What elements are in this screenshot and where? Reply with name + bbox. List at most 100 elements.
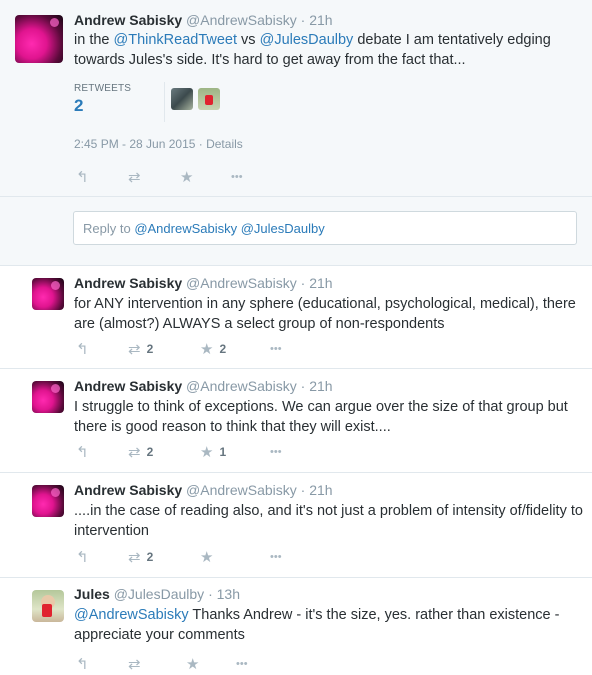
reply-area: Reply to @AndrewSabisky @JulesDaulby bbox=[0, 197, 592, 266]
retweet-button[interactable]: ⇄ 2 bbox=[128, 340, 153, 358]
tweet-text-line: are (almost?) ALWAYS a select group of n… bbox=[74, 316, 445, 332]
tweet-actions: ↰ ⇄ 2 ★ 2 ••• bbox=[76, 340, 296, 360]
tweet-header: Andrew Sabisky @AndrewSabisky · 21h bbox=[74, 12, 333, 28]
stats-divider bbox=[164, 82, 165, 122]
reply-input[interactable]: Reply to @AndrewSabisky @JulesDaulby bbox=[73, 211, 577, 245]
author-handle[interactable]: @JulesDaulby bbox=[114, 586, 204, 602]
avatar[interactable] bbox=[32, 590, 64, 622]
retweet-count: 2 bbox=[146, 445, 154, 459]
tweet-actions: ↰ ⇄ 2 ★ ••• bbox=[76, 548, 296, 568]
avatar[interactable] bbox=[15, 15, 63, 63]
retweet-icon: ⇄ bbox=[128, 341, 141, 358]
tweet-actions: ↰ ⇄ ★ ••• bbox=[76, 655, 296, 675]
author-handle[interactable]: @AndrewSabisky bbox=[186, 482, 297, 498]
tweet-time[interactable]: 21h bbox=[309, 378, 332, 394]
avatar[interactable] bbox=[32, 278, 64, 310]
avatar[interactable] bbox=[32, 485, 64, 517]
header-separator: · bbox=[300, 12, 306, 28]
more-icon[interactable]: ••• bbox=[236, 658, 248, 670]
tweet-text-line: ....in the case of reading also, and it'… bbox=[74, 503, 583, 519]
mention-link[interactable]: @ThinkReadTweet bbox=[114, 32, 238, 48]
reply-tweet[interactable]: Andrew Sabisky @AndrewSabisky · 21h I st… bbox=[0, 369, 592, 473]
tweet-time[interactable]: 21h bbox=[309, 482, 332, 498]
tweet-text-line: I struggle to think of exceptions. We ca… bbox=[74, 399, 568, 415]
reply-tweet[interactable]: Jules @JulesDaulby · 13h @AndrewSabisky … bbox=[0, 578, 592, 673]
favorite-button[interactable]: ★ 2 bbox=[200, 340, 226, 358]
retweets-count[interactable]: 2 bbox=[74, 96, 83, 116]
author-handle[interactable]: @AndrewSabisky bbox=[186, 12, 297, 28]
reply-icon[interactable]: ↰ bbox=[76, 340, 89, 358]
tweet-text-segment: debate I am tentatively edging bbox=[353, 32, 551, 48]
tweet-text: @AndrewSabisky Thanks Andrew - it's the … bbox=[74, 605, 586, 645]
header-separator: · bbox=[300, 378, 306, 394]
author-handle[interactable]: @AndrewSabisky bbox=[186, 378, 297, 394]
reply-placeholder: Reply to bbox=[83, 221, 135, 236]
reply-tweet[interactable]: Andrew Sabisky @AndrewSabisky · 21h for … bbox=[0, 266, 592, 369]
tweet-time[interactable]: 21h bbox=[309, 275, 332, 291]
favorite-count: 2 bbox=[219, 342, 227, 356]
retweeter-avatar[interactable] bbox=[198, 88, 220, 110]
favorite-count: 1 bbox=[219, 445, 227, 459]
tweet-text-segment: vs bbox=[237, 32, 260, 48]
tweet-time[interactable]: 13h bbox=[217, 586, 240, 602]
tweet-text-line: towards Jules's side. It's hard to get a… bbox=[74, 52, 466, 68]
tweet-text: I struggle to think of exceptions. We ca… bbox=[74, 397, 584, 437]
more-icon[interactable]: ••• bbox=[270, 446, 282, 458]
retweet-count: 2 bbox=[146, 550, 154, 564]
favorite-icon[interactable]: ★ bbox=[200, 548, 213, 566]
tweet-time[interactable]: 21h bbox=[309, 12, 332, 28]
mention-link[interactable]: @AndrewSabisky bbox=[74, 607, 189, 623]
reply-icon[interactable]: ↰ bbox=[76, 443, 89, 461]
retweets-label: RETWEETS bbox=[74, 83, 132, 94]
favorite-icon[interactable]: ★ bbox=[180, 168, 193, 186]
reply-icon[interactable]: ↰ bbox=[76, 548, 89, 566]
tweet-text-line: intervention bbox=[74, 523, 149, 539]
retweet-icon[interactable]: ⇄ bbox=[128, 168, 141, 186]
author-name[interactable]: Andrew Sabisky bbox=[74, 482, 182, 498]
retweet-count: 2 bbox=[146, 342, 154, 356]
reply-icon[interactable]: ↰ bbox=[76, 168, 89, 186]
more-icon[interactable]: ••• bbox=[231, 171, 243, 183]
author-name[interactable]: Andrew Sabisky bbox=[74, 12, 182, 28]
header-separator: · bbox=[208, 586, 213, 602]
details-separator: · bbox=[195, 137, 207, 151]
tweet-header: Jules @JulesDaulby · 13h bbox=[74, 586, 240, 602]
reply-tweet[interactable]: Andrew Sabisky @AndrewSabisky · 21h ....… bbox=[0, 473, 592, 578]
tweet-stats: RETWEETS 2 bbox=[74, 78, 570, 122]
header-separator: · bbox=[300, 275, 306, 291]
tweet-text-line: appreciate your comments bbox=[74, 627, 245, 643]
more-icon[interactable]: ••• bbox=[270, 551, 282, 563]
tweet-text: ....in the case of reading also, and it'… bbox=[74, 501, 586, 541]
reply-mention: @JulesDaulby bbox=[240, 221, 325, 236]
retweet-icon: ⇄ bbox=[128, 549, 141, 566]
retweeter-avatar[interactable] bbox=[171, 88, 193, 110]
tweet-text: in the @ThinkReadTweet vs @JulesDaulby d… bbox=[74, 30, 579, 70]
details-link[interactable]: Details bbox=[206, 137, 243, 151]
tweet-text-line: there is good reason to think that they … bbox=[74, 419, 391, 435]
mention-link[interactable]: @JulesDaulby bbox=[260, 32, 354, 48]
favorite-button[interactable]: ★ 1 bbox=[200, 443, 226, 461]
author-name[interactable]: Andrew Sabisky bbox=[74, 275, 182, 291]
favorite-icon: ★ bbox=[200, 444, 214, 461]
tweet-actions: ↰ ⇄ 2 ★ 1 ••• bbox=[76, 443, 296, 463]
author-name[interactable]: Jules bbox=[74, 586, 110, 602]
author-handle[interactable]: @AndrewSabisky bbox=[186, 275, 297, 291]
tweet-header: Andrew Sabisky @AndrewSabisky · 21h bbox=[74, 482, 333, 498]
tweet-actions: ↰ ⇄ ★ ••• bbox=[76, 168, 276, 188]
avatar[interactable] bbox=[32, 381, 64, 413]
retweet-icon: ⇄ bbox=[128, 444, 141, 461]
tweet-header: Andrew Sabisky @AndrewSabisky · 21h bbox=[74, 275, 333, 291]
reply-icon[interactable]: ↰ bbox=[76, 655, 89, 673]
retweet-icon[interactable]: ⇄ bbox=[128, 655, 141, 673]
retweet-button[interactable]: ⇄ 2 bbox=[128, 443, 153, 461]
tweet-timestamp: 2:45 PM - 28 Jun 2015 · Details bbox=[74, 137, 243, 151]
expanded-tweet: Andrew Sabisky @AndrewSabisky · 21h in t… bbox=[0, 0, 592, 197]
reply-mention: @AndrewSabisky bbox=[134, 221, 238, 236]
tweet-text: for ANY intervention in any sphere (educ… bbox=[74, 294, 584, 334]
author-name[interactable]: Andrew Sabisky bbox=[74, 378, 182, 394]
more-icon[interactable]: ••• bbox=[270, 343, 282, 355]
favorite-icon[interactable]: ★ bbox=[186, 655, 199, 673]
tweet-text-line: for ANY intervention in any sphere (educ… bbox=[74, 296, 576, 312]
retweet-button[interactable]: ⇄ 2 bbox=[128, 548, 153, 566]
timestamp-text[interactable]: 2:45 PM - 28 Jun 2015 bbox=[74, 137, 195, 151]
